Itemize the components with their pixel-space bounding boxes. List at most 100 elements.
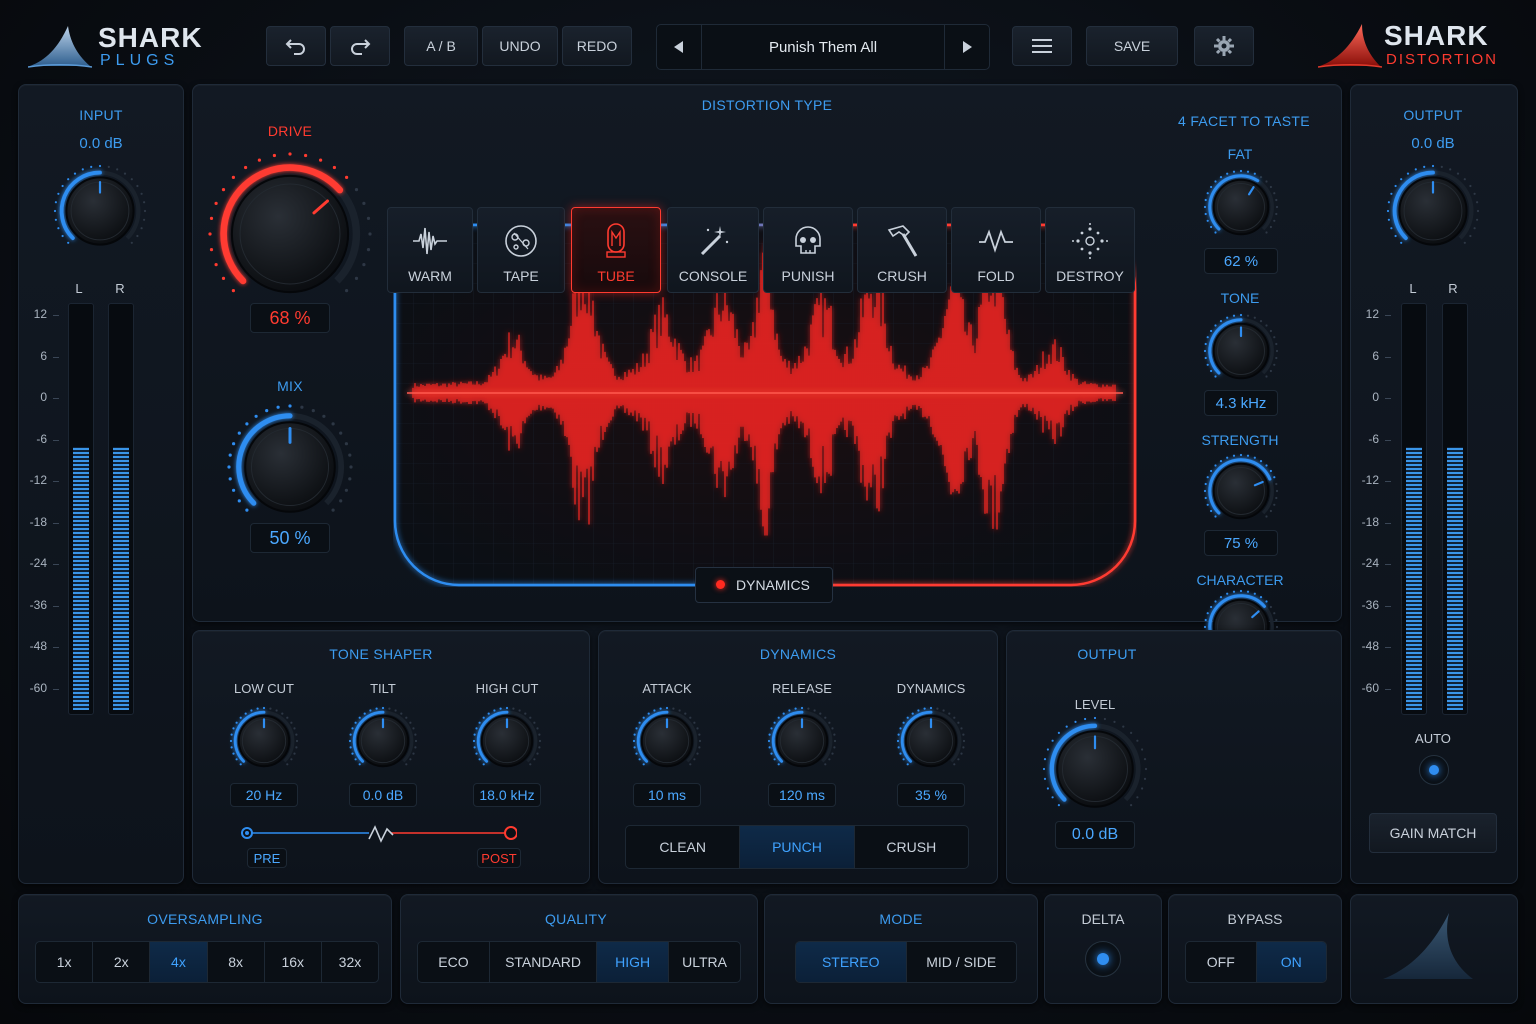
- pre-post-slider[interactable]: [241, 825, 518, 845]
- save-button[interactable]: SAVE: [1086, 26, 1178, 66]
- knob-graphic: [53, 164, 147, 246]
- dynamics-mode-option-crush[interactable]: CRUSH: [855, 826, 968, 868]
- bypass-option-off[interactable]: OFF: [1186, 942, 1257, 982]
- wave-glyph-icon: [368, 825, 394, 843]
- dynamics-attack-value: 10 ms: [633, 783, 701, 807]
- facet-strength-label: STRENGTH: [1201, 432, 1279, 448]
- tone-shaper-high-cut-knob[interactable]: [471, 705, 543, 777]
- tone-shaper-tilt-knob[interactable]: [347, 705, 419, 777]
- distortion-type-label: FOLD: [977, 268, 1015, 284]
- undo-button[interactable]: UNDO: [482, 26, 558, 66]
- gain-match-button[interactable]: GAIN MATCH: [1369, 813, 1497, 853]
- output-level-knob[interactable]: [1041, 715, 1149, 823]
- dynamics-dynamics-knob[interactable]: [895, 705, 967, 777]
- tone-shaper-low-cut-knob[interactable]: [228, 705, 300, 777]
- redo-button[interactable]: REDO: [562, 26, 632, 66]
- oversampling-option-16x[interactable]: 16x: [265, 942, 322, 982]
- quality-option-eco[interactable]: ECO: [418, 942, 490, 982]
- facet-strength-value: 75 %: [1204, 530, 1278, 556]
- oversampling-option-32x[interactable]: 32x: [322, 942, 378, 982]
- dynamics-dynamics-value: 35 %: [897, 783, 965, 807]
- main-panel: DRIVE 68 % MIX 50 % DISTORTION TYPE DYNA…: [192, 84, 1342, 622]
- dynamics-title: DYNAMICS: [759, 646, 837, 662]
- dynamics-attack-label: ATTACK: [642, 681, 692, 696]
- distortion-type-tape[interactable]: TAPE: [477, 207, 565, 293]
- dynamics-mode-selector: CLEAN PUNCH CRUSH: [625, 825, 969, 869]
- drive-value: 68 %: [250, 303, 330, 333]
- meter-scale-mark: [53, 647, 59, 648]
- hamburger-menu-icon: [1032, 39, 1052, 53]
- shark-fin-icon: [28, 26, 92, 68]
- facet-tone-knob[interactable]: [1202, 312, 1280, 390]
- oversampling-panel: OVERSAMPLING 1x 2x 4x 8x 16x 32x: [18, 894, 392, 1004]
- meter-scale-tick: -60: [29, 680, 47, 695]
- undo-arrow-icon: [285, 39, 305, 55]
- dynamics-led: [716, 580, 725, 589]
- dynamics-panel: DYNAMICS CLEAN PUNCH CRUSH ATTACK 10 ms REL…: [598, 630, 998, 884]
- distortion-type-tube[interactable]: TUBE: [571, 207, 661, 293]
- tone-shaper-high-cut-label: HIGH CUT: [475, 681, 539, 696]
- distortion-type-console[interactable]: CONSOLE: [667, 207, 759, 293]
- dynamics-mode-option-punch[interactable]: PUNCH: [740, 826, 855, 868]
- mix-title: MIX: [277, 378, 303, 394]
- oversampling-option-8x[interactable]: 8x: [208, 942, 265, 982]
- preset-next-button[interactable]: [944, 25, 989, 69]
- input-meter-l-label: L: [75, 281, 83, 296]
- output-gain-knob[interactable]: [1385, 163, 1481, 259]
- delta-panel: DELTA: [1044, 894, 1162, 1004]
- oversampling-option-4x[interactable]: 4x: [150, 942, 208, 982]
- knob-graphic: [229, 706, 299, 768]
- dynamics-toggle[interactable]: DYNAMICS: [695, 567, 833, 603]
- redo-icon-button[interactable]: [330, 26, 390, 66]
- mode-option-stereo[interactable]: STEREO: [796, 942, 907, 982]
- tone-shaper-title: TONE SHAPER: [329, 646, 433, 662]
- drive-knob[interactable]: [207, 151, 373, 317]
- distortion-type-label: TUBE: [597, 268, 635, 284]
- brand-logo-right: SHARK DISTORTION: [1318, 20, 1518, 70]
- oversampling-option-1x[interactable]: 1x: [36, 942, 94, 982]
- facet-fat-knob[interactable]: [1202, 168, 1280, 246]
- output-meter-left: [1401, 303, 1427, 715]
- settings-button[interactable]: [1194, 26, 1254, 66]
- brand-left-line2: PLUGS: [100, 52, 180, 69]
- ab-compare-button[interactable]: A / B: [404, 26, 478, 66]
- input-gain-knob[interactable]: [52, 163, 148, 259]
- input-value: 0.0 dB: [79, 135, 123, 152]
- meter-scale-tick: 6: [40, 348, 47, 363]
- distortion-type-label: TAPE: [503, 268, 539, 284]
- distortion-type-destroy[interactable]: DESTROY: [1045, 207, 1135, 293]
- distortion-type-crush[interactable]: CRUSH: [857, 207, 947, 293]
- distortion-type-punish[interactable]: PUNISH: [763, 207, 853, 293]
- preset-prev-button[interactable]: [657, 25, 702, 69]
- brand-logo-left: SHARK PLUGS: [28, 22, 208, 70]
- output-meter-scale: 12 6 0 -6 -12 -18 -24 -36 -48 -60: [1355, 307, 1391, 715]
- undo-icon-button[interactable]: [266, 26, 326, 66]
- auto-toggle[interactable]: [1419, 755, 1449, 785]
- delta-toggle[interactable]: [1085, 941, 1121, 977]
- preset-name[interactable]: Punish Them All: [701, 25, 945, 69]
- dynamics-mode-option-clean[interactable]: CLEAN: [626, 826, 741, 868]
- folded-wave-icon: [979, 229, 1013, 253]
- oversampling-option-2x[interactable]: 2x: [93, 942, 151, 982]
- mix-knob[interactable]: [226, 403, 354, 531]
- meter-scale-tick: -48: [1361, 639, 1379, 653]
- quality-option-high[interactable]: HIGH: [597, 942, 670, 982]
- menu-button[interactable]: [1012, 26, 1072, 66]
- distortion-type-warm[interactable]: WARM: [387, 207, 473, 293]
- bypass-option-on[interactable]: ON: [1256, 942, 1326, 982]
- mode-option-mid-side[interactable]: MID / SIDE: [907, 942, 1017, 982]
- knob-graphic: [472, 706, 542, 768]
- quality-option-ultra[interactable]: ULTRA: [669, 942, 740, 982]
- dynamics-attack-knob[interactable]: [631, 705, 703, 777]
- facet-strength-knob[interactable]: [1202, 452, 1280, 530]
- redo-arrow-icon: [351, 39, 371, 55]
- quality-option-standard[interactable]: STANDARD: [490, 942, 598, 982]
- post-label[interactable]: POST: [477, 848, 521, 868]
- knob-graphic: [1203, 169, 1279, 236]
- pre-label[interactable]: PRE: [247, 848, 287, 868]
- input-panel: INPUT 0.0 dB L R 12 6 0 -6 -12 -18 -24 -36 -48 -6…: [18, 84, 184, 884]
- facet-tone-value: 4.3 kHz: [1204, 390, 1278, 416]
- dynamics-release-knob[interactable]: [766, 705, 838, 777]
- distortion-type-fold[interactable]: FOLD: [951, 207, 1041, 293]
- output-meter-r-label: R: [1448, 281, 1458, 296]
